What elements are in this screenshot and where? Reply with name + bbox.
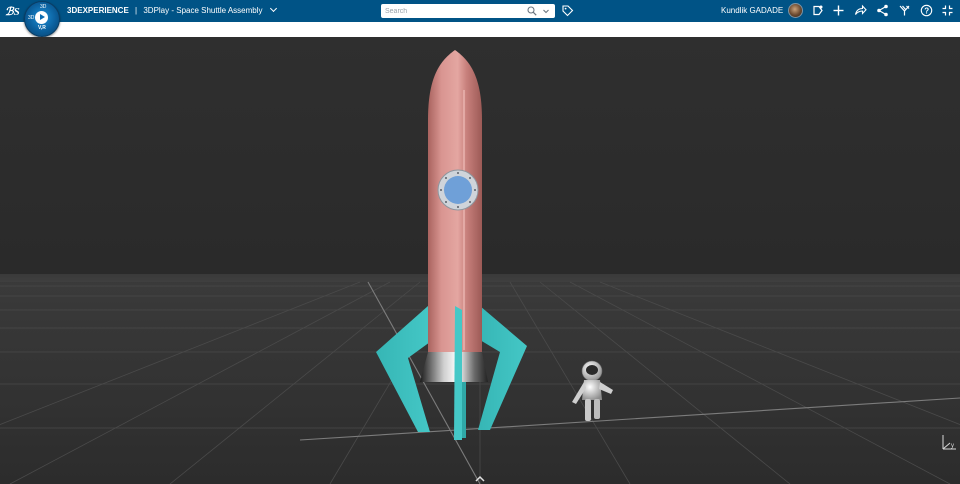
ds-logo-icon[interactable]: ℬS xyxy=(4,2,22,20)
fullscreen-icon[interactable] xyxy=(941,4,954,17)
avatar[interactable] xyxy=(788,3,803,18)
title-separator: | xyxy=(135,6,138,15)
search-icon[interactable] xyxy=(527,6,537,16)
brand-name: 3DEXPERIENCE xyxy=(67,6,129,15)
network-icon[interactable] xyxy=(876,4,889,17)
svg-text:y: y xyxy=(951,443,954,449)
astronaut-leg-left[interactable] xyxy=(585,399,591,421)
play-icon[interactable] xyxy=(35,11,48,24)
share-icon[interactable] xyxy=(854,4,867,17)
search-input[interactable] xyxy=(385,4,515,18)
tools-icon[interactable] xyxy=(898,4,911,17)
rocket-fin-front[interactable] xyxy=(454,306,462,440)
plus-icon[interactable] xyxy=(832,4,845,17)
compass-label: V,R xyxy=(38,25,46,31)
app-name: 3DPlay - Space Shuttle Assembly xyxy=(143,6,263,15)
user-name[interactable]: Kundlik GADADE xyxy=(721,5,783,17)
compass-icon[interactable]: 3D 3D V,R xyxy=(24,1,60,37)
compass-west-label: 3D xyxy=(28,15,35,21)
chevron-up-icon[interactable] xyxy=(474,473,486,484)
3d-scene[interactable] xyxy=(0,37,960,484)
svg-text:ℬS: ℬS xyxy=(5,6,20,18)
tag-icon[interactable] xyxy=(561,4,574,17)
top-bar: ℬS 3DEXPERIENCE | 3DPlay - Space Shuttle… xyxy=(0,0,960,22)
astronaut-torso[interactable] xyxy=(582,380,602,400)
compass-north-label: 3D xyxy=(40,4,47,10)
search-box[interactable] xyxy=(381,4,555,18)
help-icon[interactable]: ? xyxy=(920,4,933,17)
search-dropdown-icon[interactable] xyxy=(542,7,550,15)
astronaut-visor xyxy=(586,365,598,375)
axis-triad-icon[interactable]: y xyxy=(938,431,958,453)
rocket-porthole-glass xyxy=(444,176,472,204)
app-title[interactable]: 3DEXPERIENCE | 3DPlay - Space Shuttle As… xyxy=(67,4,277,17)
3d-viewport[interactable] xyxy=(0,37,960,484)
svg-text:?: ? xyxy=(924,7,929,16)
astronaut-leg-right[interactable] xyxy=(594,399,600,419)
toolbar-strip xyxy=(0,22,960,37)
rocket-highlight xyxy=(463,90,465,350)
chevron-down-icon[interactable] xyxy=(269,4,277,13)
rocket-nozzle[interactable] xyxy=(420,352,488,382)
notification-icon[interactable] xyxy=(811,4,824,17)
